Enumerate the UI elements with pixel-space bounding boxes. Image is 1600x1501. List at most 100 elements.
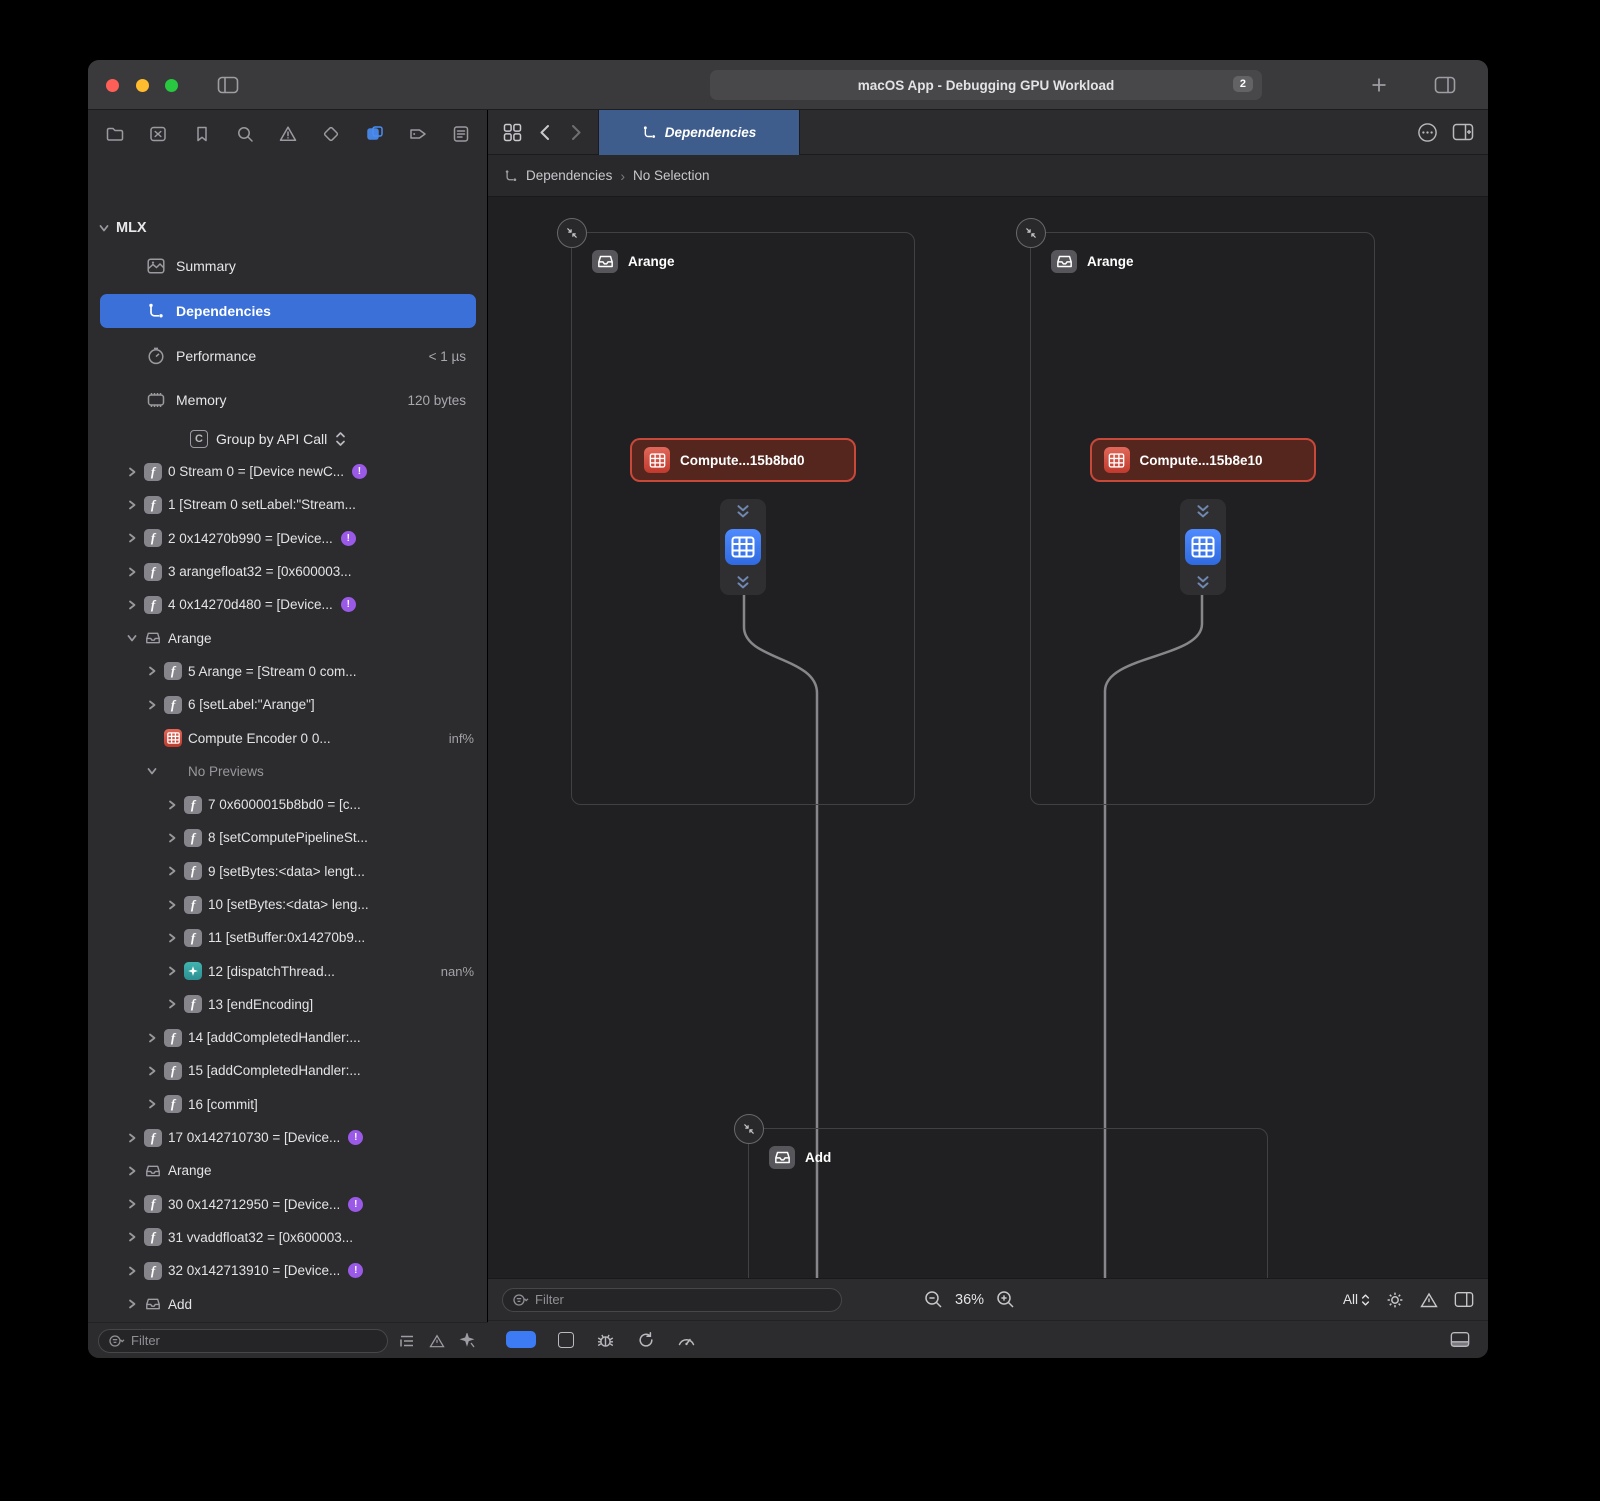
search-icon[interactable] — [230, 119, 260, 149]
dependency-graph-canvas[interactable]: Arange Compute...15b8bd0 — [488, 197, 1488, 1278]
report-list-icon[interactable] — [446, 119, 476, 149]
tree-row[interactable]: f9 [setBytes:<data> lengt... — [88, 855, 488, 888]
runtime-warning-icon[interactable]: ! — [341, 531, 356, 546]
bookmark-icon[interactable] — [187, 119, 217, 149]
performance-gauge-icon[interactable] — [677, 1331, 696, 1348]
group-box-arange-2[interactable]: Arange Compute...15b8e10 — [1030, 232, 1375, 805]
close-window-button[interactable] — [106, 79, 119, 92]
disclosure-chevron[interactable] — [166, 965, 178, 977]
disclosure-chevron[interactable] — [146, 665, 158, 677]
tree-root-mlx[interactable]: MLX — [98, 210, 147, 246]
tree-row[interactable]: f7 0x6000015b8bd0 = [c... — [88, 788, 488, 821]
tree-row[interactable]: Arange — [88, 621, 488, 654]
flatten-list-icon[interactable] — [396, 1330, 418, 1352]
disclosure-chevron[interactable] — [166, 932, 178, 944]
add-editor-icon[interactable] — [1452, 123, 1474, 141]
disclosure-chevron[interactable] — [126, 1165, 138, 1177]
double-chevron-down-icon[interactable] — [1195, 504, 1211, 519]
disclosure-chevron[interactable] — [146, 1098, 158, 1110]
tree-row[interactable]: f17 0x142710730 = [Device...! — [88, 1121, 488, 1154]
disclosure-chevron[interactable] — [126, 1231, 138, 1243]
tree-row[interactable]: f0 Stream 0 = [Device newC...! — [88, 455, 488, 488]
disclosure-chevron[interactable] — [126, 1298, 138, 1310]
tree-row[interactable]: f3 arangefloat32 = [0x600003... — [88, 555, 488, 588]
collapse-group-icon[interactable] — [557, 218, 587, 248]
runtime-warning-icon[interactable]: ! — [348, 1130, 363, 1145]
zoom-window-button[interactable] — [165, 79, 178, 92]
disclosure-chevron[interactable] — [166, 899, 178, 911]
minimize-window-button[interactable] — [136, 79, 149, 92]
more-options-icon[interactable] — [1417, 122, 1438, 143]
tree-row[interactable]: 12 [dispatchThread...nan% — [88, 954, 488, 987]
disclosure-chevron[interactable] — [126, 1132, 138, 1144]
sidebar-item-dependencies[interactable]: Dependencies — [100, 294, 476, 328]
group-box-add[interactable]: Add — [748, 1128, 1268, 1278]
sidebar-item-performance[interactable]: Performance < 1 µs — [100, 338, 476, 374]
disclosure-chevron[interactable] — [166, 998, 178, 1010]
issues-filter-icon[interactable] — [426, 1330, 448, 1352]
tree-row[interactable]: Add — [88, 1287, 488, 1320]
group-by-api-call-control[interactable]: C Group by API Call — [100, 422, 476, 456]
disclosure-chevron[interactable] — [166, 832, 178, 844]
disclosure-chevron[interactable] — [126, 499, 138, 511]
graph-view-button[interactable] — [506, 1331, 536, 1348]
tree-row[interactable]: f4 0x14270d480 = [Device...! — [88, 588, 488, 621]
bottom-panel-toggle-icon[interactable] — [1450, 1331, 1470, 1348]
runtime-warning-icon[interactable]: ! — [341, 597, 356, 612]
tree-row[interactable]: f5 Arange = [Stream 0 com... — [88, 655, 488, 688]
compute-node[interactable]: Compute...15b8e10 — [1090, 438, 1316, 482]
tree-row[interactable]: f32 0x142713910 = [Device...! — [88, 1254, 488, 1287]
buffer-grid-icon[interactable] — [1185, 529, 1221, 565]
disclosure-chevron[interactable] — [126, 466, 138, 478]
disclosure-chevron[interactable] — [166, 865, 178, 877]
tree-row[interactable]: Arange — [88, 1154, 488, 1187]
disclosure-chevron[interactable] — [166, 799, 178, 811]
disclosure-chevron[interactable] — [126, 599, 138, 611]
folder-icon[interactable] — [100, 119, 130, 149]
tree-row[interactable]: No Previews — [88, 755, 488, 788]
disclosure-chevron[interactable] — [126, 566, 138, 578]
disclosure-chevron[interactable] — [146, 1032, 158, 1044]
disclosure-chevron[interactable] — [126, 532, 138, 544]
resource-widget[interactable] — [720, 499, 766, 595]
runtime-warning-icon[interactable]: ! — [348, 1197, 363, 1212]
sidebar-item-summary[interactable]: Summary — [100, 248, 476, 284]
tree-row[interactable]: f15 [addCompletedHandler:... — [88, 1054, 488, 1087]
disclosure-chevron[interactable] — [126, 1198, 138, 1210]
runtime-warning-icon[interactable]: ! — [348, 1263, 363, 1278]
sidebar-filter-input[interactable]: Filter — [98, 1329, 388, 1353]
tree-row[interactable]: f2 0x14270b990 = [Device...! — [88, 522, 488, 555]
toggle-right-panel-icon[interactable] — [1432, 73, 1458, 97]
tree-row[interactable]: f8 [setComputePipelineSt... — [88, 821, 488, 854]
breadcrumb-item[interactable]: Dependencies — [526, 168, 612, 183]
zoom-out-icon[interactable] — [924, 1290, 943, 1309]
collapse-group-icon[interactable] — [1016, 218, 1046, 248]
double-chevron-down-icon[interactable] — [735, 575, 751, 590]
disclosure-chevron[interactable] — [98, 222, 110, 234]
test-diamond-icon[interactable] — [316, 119, 346, 149]
scope-selector[interactable]: All — [1343, 1292, 1370, 1307]
runtime-warning-icon[interactable]: ! — [352, 464, 367, 479]
zoom-in-icon[interactable] — [996, 1290, 1015, 1309]
issues-warning-icon[interactable] — [1420, 1292, 1438, 1308]
tree-row[interactable]: f6 [setLabel:"Arange"] — [88, 688, 488, 721]
toggle-sidebar-icon[interactable] — [215, 73, 241, 97]
disclosure-chevron[interactable] — [126, 1265, 138, 1277]
collapse-group-icon[interactable] — [734, 1114, 764, 1144]
tag-icon[interactable] — [403, 119, 433, 149]
disclosure-chevron[interactable] — [146, 1065, 158, 1077]
tab-overview-icon[interactable] — [496, 110, 528, 155]
tree-row[interactable]: f16 [commit] — [88, 1088, 488, 1121]
tree-row[interactable]: Compute Encoder 0 0...inf% — [88, 721, 488, 754]
new-tab-button[interactable] — [1366, 73, 1392, 97]
canvas-filter-input[interactable]: Filter — [502, 1288, 842, 1312]
double-chevron-down-icon[interactable] — [735, 504, 751, 519]
disclosure-chevron[interactable] — [146, 765, 158, 777]
tree-row[interactable]: f14 [addCompletedHandler:... — [88, 1021, 488, 1054]
clear-square-icon[interactable] — [143, 119, 173, 149]
resource-widget[interactable] — [1180, 499, 1226, 595]
window-title-pill[interactable]: macOS App - Debugging GPU Workload 2 — [710, 70, 1262, 100]
back-button[interactable] — [528, 110, 560, 155]
right-panel-icon[interactable] — [1454, 1291, 1474, 1308]
tree-row[interactable]: f1 [Stream 0 setLabel:"Stream... — [88, 488, 488, 521]
